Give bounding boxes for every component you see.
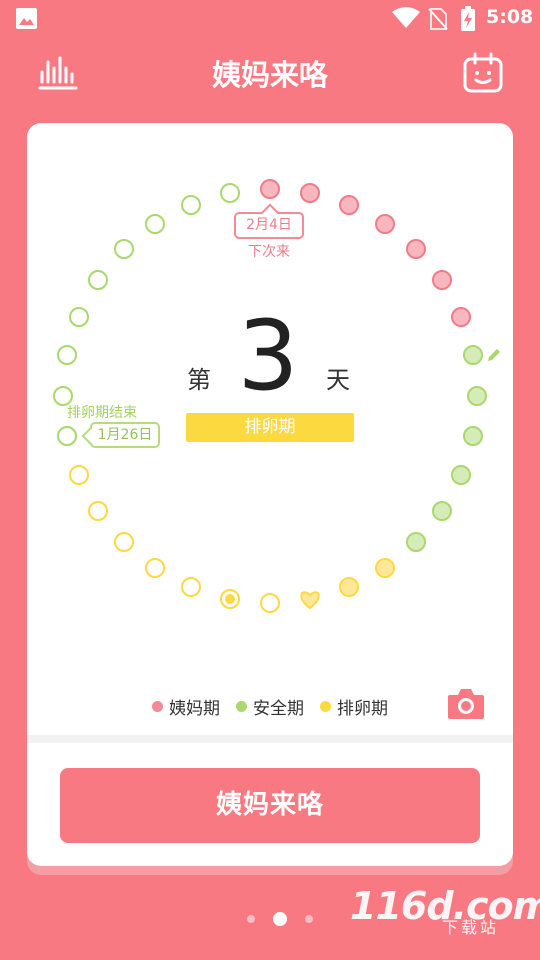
cycle-dot — [467, 386, 487, 406]
app-title: 姨妈来咯 — [211, 58, 328, 92]
ovulation-end-label: 排卵期结束 — [67, 405, 137, 421]
day-suffix: 天 — [326, 366, 350, 394]
next-period-label: 下次来 — [248, 244, 290, 260]
cycle-dot — [145, 558, 165, 578]
cycle-dot — [69, 307, 89, 327]
next-period-date-tag: 2月4日 — [234, 212, 304, 239]
no-sim-icon — [428, 8, 448, 30]
legend-dot-ovulation — [320, 700, 331, 712]
cycle-dot — [114, 239, 134, 259]
ovulation-end-date-tag: 1月26日 — [90, 422, 160, 448]
cycle-dot — [88, 270, 108, 290]
cycle-dot — [260, 179, 280, 199]
legend-dot-safe — [236, 700, 247, 712]
page-dot[interactable] — [305, 915, 313, 923]
cycle-dot — [375, 558, 395, 578]
cycle-dot — [339, 577, 359, 597]
cycle-dot — [432, 501, 452, 521]
cycle-dot — [88, 501, 108, 521]
cycle-dot — [260, 593, 280, 613]
legend-item-ovulation: 排卵期 — [320, 694, 388, 719]
cycle-dot — [69, 465, 89, 485]
cycle-dot — [451, 465, 471, 485]
legend-dot-period — [152, 700, 163, 712]
legend-item-period: 姨妈期 — [152, 694, 220, 719]
status-bar: 5:08 — [0, 0, 540, 36]
watermark-sub: 下载站 — [442, 918, 500, 937]
legend-item-safe: 安全期 — [236, 694, 304, 719]
app-header: 姨妈来咯 — [0, 40, 540, 104]
battery-charging-icon — [461, 6, 475, 31]
day-prefix: 第 — [187, 366, 211, 394]
edit-pencil-icon[interactable] — [486, 347, 502, 363]
cycle-dot — [375, 214, 395, 234]
cycle-dot — [300, 183, 320, 203]
heart-icon — [300, 591, 320, 610]
cycle-dot — [57, 345, 77, 365]
legend-label-safe: 安全期 — [253, 698, 304, 719]
cycle-dot — [181, 577, 201, 597]
cycle-dot — [406, 532, 426, 552]
camera-icon[interactable] — [447, 687, 485, 721]
gallery-icon — [16, 8, 37, 29]
page-indicator — [238, 912, 322, 926]
status-time: 5:08 — [486, 6, 534, 28]
cycle-dot — [463, 426, 483, 446]
cycle-dot — [57, 426, 77, 446]
legend-label-ovulation: 排卵期 — [337, 698, 388, 719]
phase-badge: 排卵期 — [186, 413, 354, 442]
period-start-button[interactable]: 姨妈来咯 — [60, 768, 480, 843]
cycle-dot — [432, 270, 452, 290]
cycle-dot — [463, 345, 483, 365]
page-dot-active[interactable] — [273, 912, 287, 926]
card-divider — [27, 735, 513, 743]
calendar-face-icon[interactable] — [462, 52, 504, 94]
cycle-dot — [114, 532, 134, 552]
legend-label-period: 姨妈期 — [169, 698, 220, 719]
cycle-dot — [145, 214, 165, 234]
cycle-dot — [406, 239, 426, 259]
cycle-dot-today-core — [225, 594, 235, 604]
cycle-card: 2月4日 下次来 排卵期结束 1月26日 第 3 天 排卵期 姨妈期 安全期 排… — [27, 123, 513, 866]
cycle-dot — [181, 195, 201, 215]
legend: 姨妈期 安全期 排卵期 — [152, 694, 404, 719]
cycle-dot — [451, 307, 471, 327]
watermark-logo: 116d.com 下载站 — [350, 882, 540, 942]
page-dot[interactable] — [247, 915, 255, 923]
cycle-dot — [220, 183, 240, 203]
wifi-icon — [392, 7, 420, 28]
cycle-dot — [339, 195, 359, 215]
cycle-day-number: 3 — [237, 300, 299, 412]
